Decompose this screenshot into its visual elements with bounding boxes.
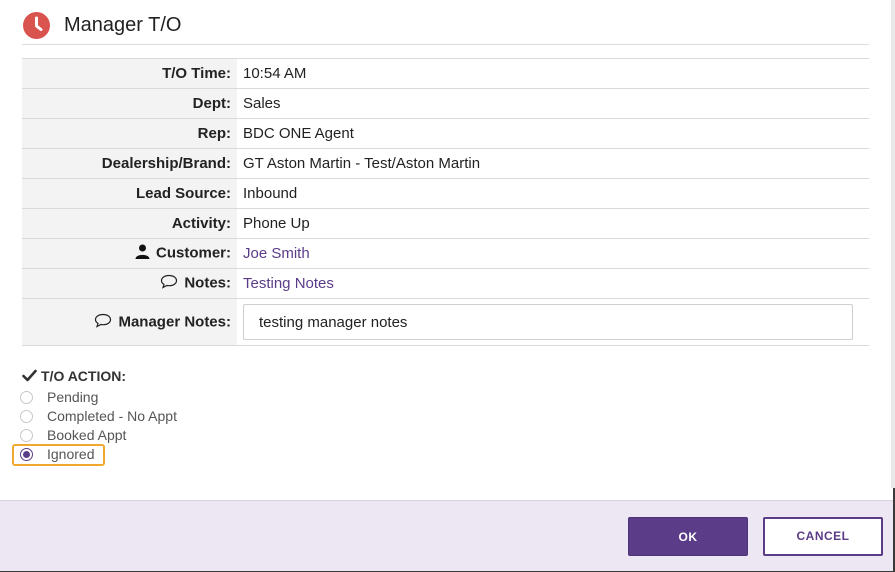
detail-value: BDC ONE Agent (237, 118, 869, 149)
to-action-heading: T/O ACTION: (22, 368, 126, 385)
detail-value: GT Aston Martin - Test/Aston Martin (237, 148, 869, 179)
cancel-button[interactable]: CANCEL (763, 517, 883, 556)
notes-link[interactable]: Testing Notes (237, 268, 869, 299)
detail-row-customer: Customer: Joe Smith (22, 238, 869, 269)
manager-notes-label: Manager Notes: (118, 312, 231, 330)
to-action-title: T/O ACTION: (41, 368, 127, 384)
detail-label: Notes: (184, 274, 231, 292)
detail-row-activity: Activity: Phone Up (22, 208, 869, 239)
detail-row-lead-source: Lead Source: Inbound (22, 178, 869, 209)
detail-row-notes: Notes: Testing Notes (22, 268, 869, 299)
detail-value: Sales (237, 88, 869, 119)
modal-title: Manager T/O (64, 14, 182, 36)
detail-value: Phone Up (237, 208, 869, 239)
details-table: T/O Time: 10:54 AM Dept: Sales Rep: BDC … (22, 58, 869, 346)
radio-label: Pending (47, 389, 99, 405)
person-icon (135, 244, 150, 263)
detail-value: Inbound (237, 178, 869, 209)
manager-notes-cell (237, 298, 869, 346)
detail-label: T/O Time: (22, 58, 237, 89)
detail-label-cell: Manager Notes: (22, 298, 237, 346)
speech-bubble-icon (160, 274, 178, 293)
detail-label: Dept: (22, 88, 237, 119)
clock-icon (23, 12, 50, 39)
scrollbar[interactable] (891, 0, 895, 488)
manager-notes-input[interactable] (243, 304, 853, 340)
detail-row-to-time: T/O Time: 10:54 AM (22, 58, 869, 89)
ok-button[interactable]: OK (628, 517, 748, 556)
speech-bubble-icon (94, 313, 112, 332)
detail-label: Customer: (155, 244, 231, 262)
detail-label: Lead Source: (22, 178, 237, 209)
detail-row-manager-notes: Manager Notes: (22, 298, 869, 346)
detail-value: 10:54 AM (237, 58, 869, 89)
detail-row-rep: Rep: BDC ONE Agent (22, 118, 869, 149)
modal-header: Manager T/O (22, 8, 869, 45)
detail-label: Activity: (22, 208, 237, 239)
modal-footer: OK CANCEL (0, 500, 893, 571)
radio-label: Ignored (47, 446, 95, 462)
radio-button[interactable] (20, 391, 33, 404)
checkmark-icon (22, 369, 37, 385)
radio-label: Booked Appt (47, 427, 127, 443)
customer-link[interactable]: Joe Smith (237, 238, 869, 269)
detail-row-dept: Dept: Sales (22, 88, 869, 119)
radio-button[interactable] (20, 429, 33, 442)
radio-label: Completed - No Appt (47, 408, 177, 424)
detail-label-cell: Customer: (22, 238, 237, 269)
detail-label: Dealership/Brand: (22, 148, 237, 179)
detail-label-cell: Notes: (22, 268, 237, 299)
radio-button[interactable] (20, 410, 33, 423)
detail-label: Rep: (22, 118, 237, 149)
detail-row-dealership-brand: Dealership/Brand: GT Aston Martin - Test… (22, 148, 869, 179)
radio-button-selected[interactable] (20, 448, 33, 461)
